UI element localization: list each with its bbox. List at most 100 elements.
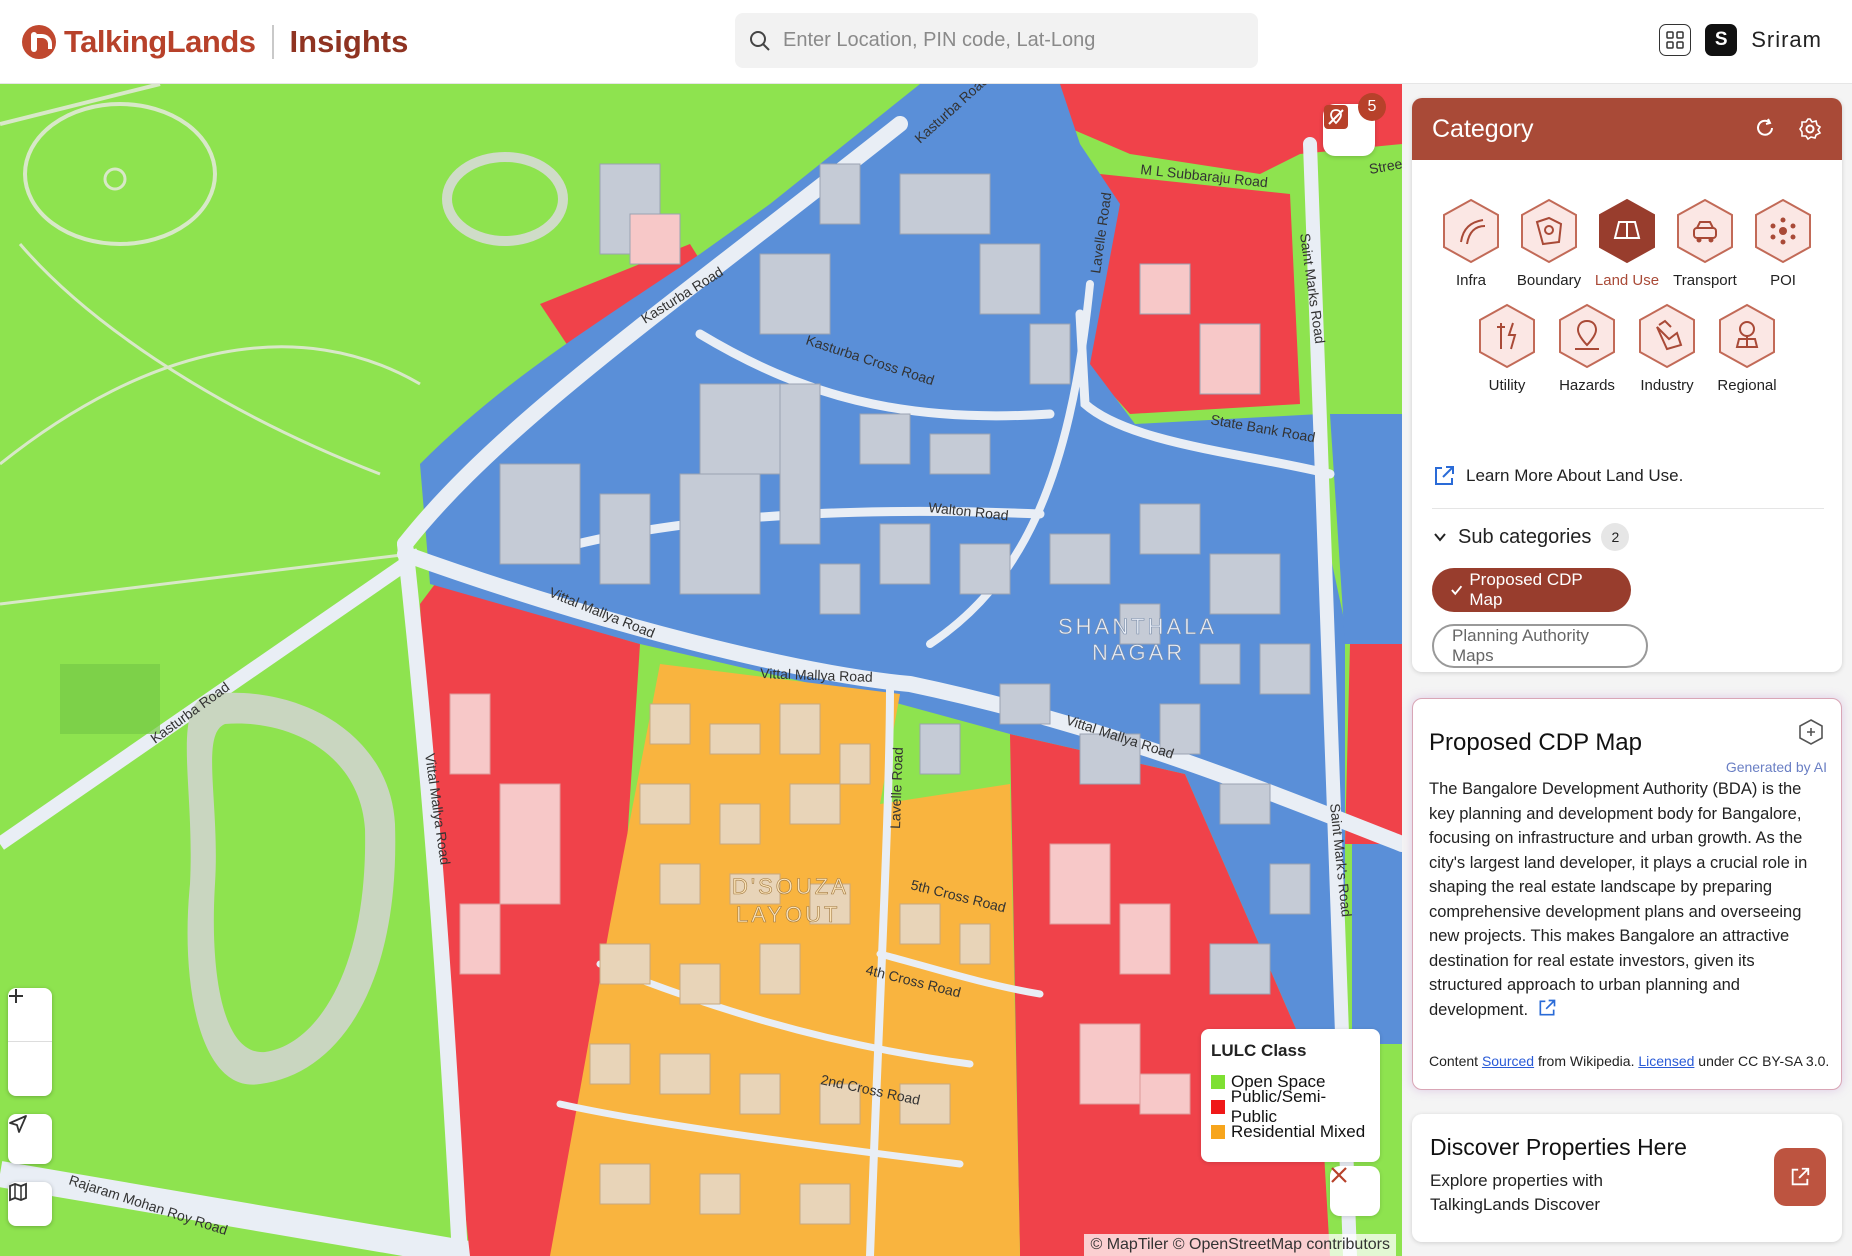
search-icon (750, 30, 770, 51)
apps-grid-button[interactable] (1659, 24, 1692, 56)
lulc-legend: LULC Class Open Space Public/Semi-Public… (1201, 1029, 1380, 1162)
category-hazards[interactable]: Hazards (1555, 303, 1619, 394)
cdp-description: The Bangalore Development Authority (BDA… (1429, 777, 1825, 1022)
legend-label: Residential Mixed (1231, 1121, 1366, 1141)
category-title: Category (1432, 114, 1534, 143)
marker-count-badge: 5 (1358, 93, 1386, 121)
map-attribution[interactable]: © MapTiler © OpenStreetMap contributors (1084, 1234, 1396, 1256)
cdp-body: The Bangalore Development Authority (BDA… (1429, 780, 1808, 1019)
learn-more-link[interactable]: Learn More About Land Use. (1432, 464, 1683, 488)
industry-icon (1639, 303, 1695, 369)
logo-divider (271, 25, 274, 59)
category-utility[interactable]: Utility (1475, 303, 1539, 394)
legend-swatch-residential (1211, 1124, 1225, 1139)
category-industry[interactable]: Industry (1635, 303, 1699, 394)
minus-icon (9, 995, 23, 997)
chip-planning-authority-maps[interactable]: Planning Authority Maps (1432, 624, 1648, 668)
cdp-source-line: Content Sourced from Wikipedia. Licensed… (1429, 1053, 1829, 1069)
discover-card: Discover Properties Here Explore propert… (1412, 1114, 1842, 1242)
map-icon (9, 1182, 27, 1202)
category-land-use[interactable]: Land Use (1595, 198, 1659, 289)
boundary-icon (1521, 198, 1577, 264)
close-layer-button[interactable] (1330, 1166, 1380, 1216)
category-label: Transport (1673, 272, 1737, 289)
location-search[interactable] (735, 13, 1258, 68)
logo-mark-icon (22, 25, 56, 59)
map-canvas[interactable]: SHANTHALA NAGAR D'SOUZA LAYOUT Kasturba … (0, 84, 1402, 1256)
brand-name: TalkingLands (64, 24, 256, 59)
category-label: POI (1770, 272, 1796, 289)
legend-swatch-public (1211, 1099, 1225, 1114)
category-infra[interactable]: Infra (1439, 198, 1503, 289)
utility-icon (1479, 303, 1535, 369)
ai-badge-icon (1799, 719, 1823, 745)
map-view[interactable]: SHANTHALA NAGAR D'SOUZA LAYOUT Kasturba … (0, 84, 1402, 1256)
zoom-out-button[interactable] (8, 995, 52, 1096)
check-icon (1451, 585, 1463, 596)
discover-title: Discover Properties Here (1430, 1134, 1687, 1160)
category-label: Industry (1640, 377, 1694, 394)
chip-label: Proposed CDP Map (1469, 570, 1583, 609)
sourced-link[interactable]: Sourced (1482, 1053, 1534, 1069)
map-pin-off-icon (1324, 105, 1348, 129)
category-boundary[interactable]: Boundary (1517, 198, 1581, 289)
land-use-icon (1599, 198, 1655, 264)
licensed-link[interactable]: Licensed (1638, 1053, 1694, 1069)
generated-by-ai-label: Generated by AI (1725, 759, 1827, 775)
legend-item: Public/Semi-Public (1211, 1087, 1370, 1126)
chevron-down-icon (1434, 533, 1446, 542)
category-poi[interactable]: POI (1751, 198, 1815, 289)
user-name[interactable]: Sriram (1751, 27, 1822, 53)
legend-title: LULC Class (1211, 1041, 1307, 1060)
transport-icon (1677, 198, 1733, 264)
category-regional[interactable]: Regional (1715, 303, 1779, 394)
close-icon (1331, 1167, 1347, 1183)
area-label-nagar: NAGAR (1092, 640, 1185, 665)
area-label-layout: LAYOUT (736, 902, 840, 927)
map-style-button[interactable] (8, 1182, 52, 1226)
category-card: Category Infra Boundary Land Use Transpo… (1412, 98, 1842, 672)
hazards-icon (1559, 303, 1615, 369)
road-label-street: Street (1368, 155, 1402, 177)
settings-gear-icon[interactable] (1798, 117, 1822, 141)
brand-logo[interactable]: TalkingLands Insights (22, 20, 408, 64)
category-header: Category (1412, 98, 1842, 160)
user-area: S Sriram (1659, 24, 1822, 56)
external-link-icon (1791, 1167, 1810, 1186)
category-label: Regional (1717, 377, 1777, 394)
subcategories-count-badge: 2 (1601, 523, 1630, 551)
source-prefix: Content (1429, 1053, 1482, 1069)
category-grid: Infra Boundary Land Use Transport POI Ut… (1412, 198, 1842, 408)
infra-icon (1443, 198, 1499, 264)
category-label: Infra (1455, 272, 1486, 289)
subcategories-label: Sub categories (1458, 525, 1592, 548)
right-panel: Category Infra Boundary Land Use Transpo… (1402, 84, 1852, 1256)
discover-text: Explore properties with TalkingLands Dis… (1430, 1171, 1603, 1214)
search-input[interactable] (783, 29, 1243, 52)
source-mid: from Wikipedia. (1534, 1053, 1639, 1069)
category-label: Boundary (1516, 272, 1582, 289)
external-link-icon (1435, 466, 1454, 485)
area-label-dsouza: D'SOUZA (732, 874, 849, 899)
navigation-arrow-icon (9, 1115, 27, 1133)
chip-label: Planning Authority Maps (1452, 626, 1590, 665)
category-transport[interactable]: Transport (1673, 198, 1737, 289)
road-label-saint-marks-road-1: Saint Marks Road (1297, 232, 1328, 344)
legend-label: Public/Semi-Public (1230, 1086, 1327, 1126)
category-label: Land Use (1594, 272, 1660, 289)
license-suffix: under CC BY-SA 3.0. (1694, 1053, 1830, 1069)
subcategories-toggle[interactable]: Sub categories 2 (1432, 508, 1824, 551)
refresh-icon[interactable] (1754, 117, 1776, 139)
chip-proposed-cdp-map[interactable]: Proposed CDP Map (1432, 568, 1631, 612)
external-link-icon[interactable] (1537, 998, 1557, 1018)
avatar[interactable]: S (1705, 24, 1738, 56)
area-label-shanthala: SHANTHALA (1058, 614, 1217, 639)
regional-icon (1719, 303, 1775, 369)
my-location-button[interactable] (8, 1114, 52, 1164)
cdp-title: Proposed CDP Map (1429, 729, 1642, 756)
discover-open-button[interactable] (1774, 1148, 1826, 1206)
road-label-lavelle-road-2: Lavelle Road (887, 747, 906, 829)
zoom-controls (8, 988, 52, 1096)
product-name: Insights (289, 24, 409, 59)
cdp-info-card: Proposed CDP Map Generated by AI The Ban… (1412, 698, 1842, 1090)
